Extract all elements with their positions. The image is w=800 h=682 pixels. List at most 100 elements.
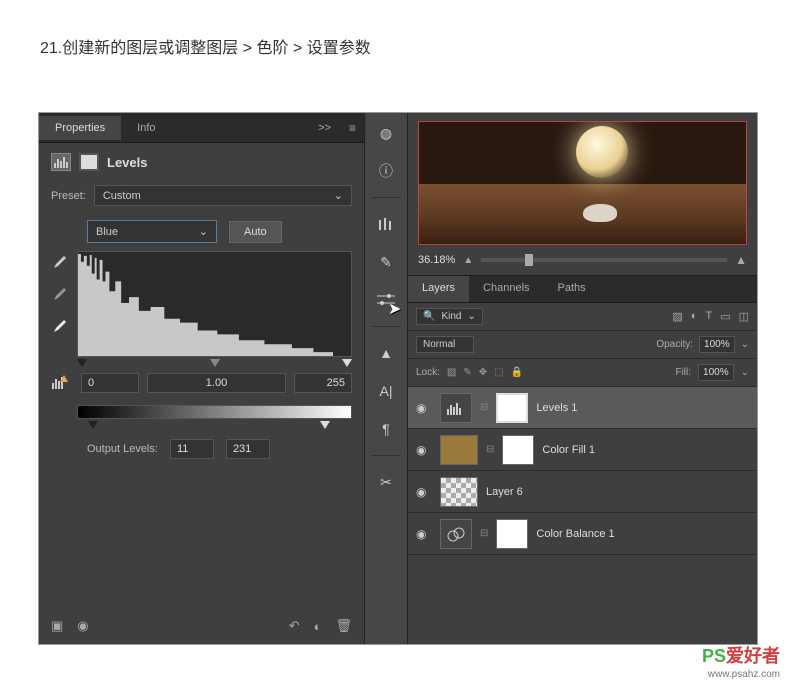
filter-pixel-icon[interactable]: ▨ (672, 310, 682, 323)
output-black-slider[interactable] (88, 421, 98, 429)
filter-kind-dropdown[interactable]: 🔍 Kind ⌄ (416, 308, 483, 325)
midtone-slider[interactable] (210, 359, 220, 367)
zoom-handle[interactable] (525, 254, 533, 266)
panel-icon-adjustments[interactable] (374, 288, 398, 312)
panel-icon-tools[interactable]: ✂ (374, 470, 398, 494)
panel-icon-libraries[interactable]: ▲ (374, 341, 398, 365)
lock-pixels-icon[interactable]: ✎ (463, 367, 471, 378)
chevron-down-icon: ⌄ (334, 189, 343, 202)
right-column: 36.18% ▲ ▲ Layers Channels Paths 🔍 Kind … (408, 113, 757, 644)
zoom-value[interactable]: 36.18% (418, 254, 455, 266)
mask-thumb[interactable] (496, 519, 528, 549)
panel-menu-icon[interactable]: ≡ (341, 121, 364, 135)
panel-icon-info[interactable]: ⓘ (374, 159, 398, 183)
input-black-field[interactable] (81, 373, 139, 393)
filter-shape-icon[interactable]: ▭ (720, 310, 730, 323)
panel-icon-character[interactable]: A| (374, 379, 398, 403)
output-black-field[interactable] (170, 439, 214, 459)
layer-name[interactable]: Levels 1 (536, 402, 577, 414)
output-gradient[interactable] (77, 405, 352, 419)
filter-type-icon[interactable]: T (705, 310, 712, 323)
white-point-slider[interactable] (342, 359, 352, 367)
visibility-eye-icon[interactable]: ◉ (416, 401, 432, 415)
lock-transparency-icon[interactable]: ▨ (447, 367, 456, 378)
chevron-down-icon[interactable]: ⌄ (741, 339, 749, 350)
levels-title: Levels (107, 155, 147, 170)
zoom-out-icon[interactable]: ▲ (463, 255, 473, 266)
tab-paths[interactable]: Paths (544, 276, 600, 302)
eyedropper-white-icon[interactable] (51, 319, 69, 337)
black-point-slider[interactable] (77, 359, 87, 367)
layers-tabs: Layers Channels Paths (408, 275, 757, 303)
chevron-down-icon[interactable]: ⌄ (741, 367, 749, 378)
watermark-cn: 爱好者 (726, 646, 780, 666)
mask-thumb[interactable] (502, 435, 534, 465)
histogram-chart[interactable] (77, 251, 352, 357)
input-white-field[interactable] (294, 373, 352, 393)
layer-row-levels[interactable]: ◉ ⊟ Levels 1 (408, 387, 757, 429)
panel-icon-brush-settings[interactable]: ✎ (374, 250, 398, 274)
clip-icon[interactable]: ▣ (51, 618, 63, 634)
lock-artboard-icon[interactable]: ⬚ (494, 367, 503, 378)
link-icon: ⊟ (480, 528, 488, 539)
properties-panel: Properties Info >> ≡ Levels Preset: Cust… (39, 113, 364, 644)
tab-layers[interactable]: Layers (408, 276, 469, 302)
watermark-logo: PS爱好者 (702, 642, 780, 668)
input-gamma-field[interactable] (147, 373, 286, 393)
chevron-down-icon: ⌄ (199, 225, 208, 238)
opacity-value[interactable]: 100% (699, 336, 735, 353)
channel-dropdown[interactable]: Blue ⌄ (87, 220, 217, 243)
layer-row-layer6[interactable]: ◉ Layer 6 (408, 471, 757, 513)
tab-info[interactable]: Info (121, 116, 171, 140)
zoom-in-icon[interactable]: ▲ (735, 253, 747, 267)
filter-adjustment-icon[interactable]: ◐ (691, 310, 698, 323)
auto-button[interactable]: Auto (229, 221, 282, 243)
filter-smart-icon[interactable]: ◫ (739, 310, 749, 323)
mask-thumb[interactable] (496, 393, 528, 423)
layer-name[interactable]: Color Fill 1 (542, 444, 595, 456)
input-sliders[interactable] (39, 359, 364, 367)
opacity-label: Opacity: (656, 339, 693, 350)
view-previous-icon[interactable]: ◉ (77, 618, 88, 634)
delete-icon[interactable]: 🗑 (335, 618, 352, 634)
layer-filter-row: 🔍 Kind ⌄ ▨ ◐ T ▭ ◫ (408, 303, 757, 331)
tab-channels[interactable]: Channels (469, 276, 543, 302)
visibility-eye-icon[interactable]: ◉ (416, 485, 432, 499)
visibility-eye-icon[interactable]: ◉ (416, 443, 432, 457)
visibility-eye-icon[interactable]: ◉ (416, 527, 432, 541)
collapse-arrow[interactable]: >> (308, 122, 341, 134)
adjustment-thumb (440, 519, 472, 549)
panel-icon-3d[interactable]: ◍ (374, 121, 398, 145)
panel-icon-brushes[interactable] (374, 212, 398, 236)
output-white-slider[interactable] (320, 421, 330, 429)
navigator-preview[interactable] (418, 121, 747, 245)
blend-mode-dropdown[interactable]: Normal (416, 336, 474, 353)
adjustment-thumb (440, 393, 472, 423)
lock-position-icon[interactable]: ✥ (479, 367, 487, 378)
fill-thumb (440, 435, 478, 465)
reset-icon[interactable]: ↶ (289, 618, 300, 634)
fill-value[interactable]: 100% (698, 364, 734, 381)
output-white-field[interactable] (226, 439, 270, 459)
output-sliders[interactable] (39, 421, 364, 429)
preset-dropdown[interactable]: Custom ⌄ (94, 185, 352, 206)
zoom-slider[interactable] (481, 258, 727, 262)
lock-row: Lock: ▨ ✎ ✥ ⬚ 🔒 Fill: 100% ⌄ (408, 359, 757, 387)
layer-name[interactable]: Color Balance 1 (536, 528, 614, 540)
panel-icon-paragraph[interactable]: ¶ (374, 417, 398, 441)
channel-row: Blue ⌄ Auto (39, 216, 364, 251)
eyedropper-black-icon[interactable] (51, 255, 69, 273)
eyedropper-gray-icon[interactable] (51, 287, 69, 305)
layer-row-colorfill[interactable]: ◉ ⊟ Color Fill 1 (408, 429, 757, 471)
layer-row-colorbalance[interactable]: ◉ ⊟ Color Balance 1 (408, 513, 757, 555)
eyedropper-column (51, 251, 69, 357)
preset-row: Preset: Custom ⌄ (39, 181, 364, 216)
preset-label: Preset: (51, 190, 86, 202)
lock-label: Lock: (416, 367, 440, 378)
layer-name[interactable]: Layer 6 (486, 486, 523, 498)
navigator-panel (408, 113, 757, 249)
toggle-visibility-icon[interactable]: ◐ (314, 619, 322, 634)
tab-properties[interactable]: Properties (39, 116, 121, 140)
properties-tabs: Properties Info >> ≡ (39, 113, 364, 143)
lock-all-icon[interactable]: 🔒 (511, 367, 523, 378)
